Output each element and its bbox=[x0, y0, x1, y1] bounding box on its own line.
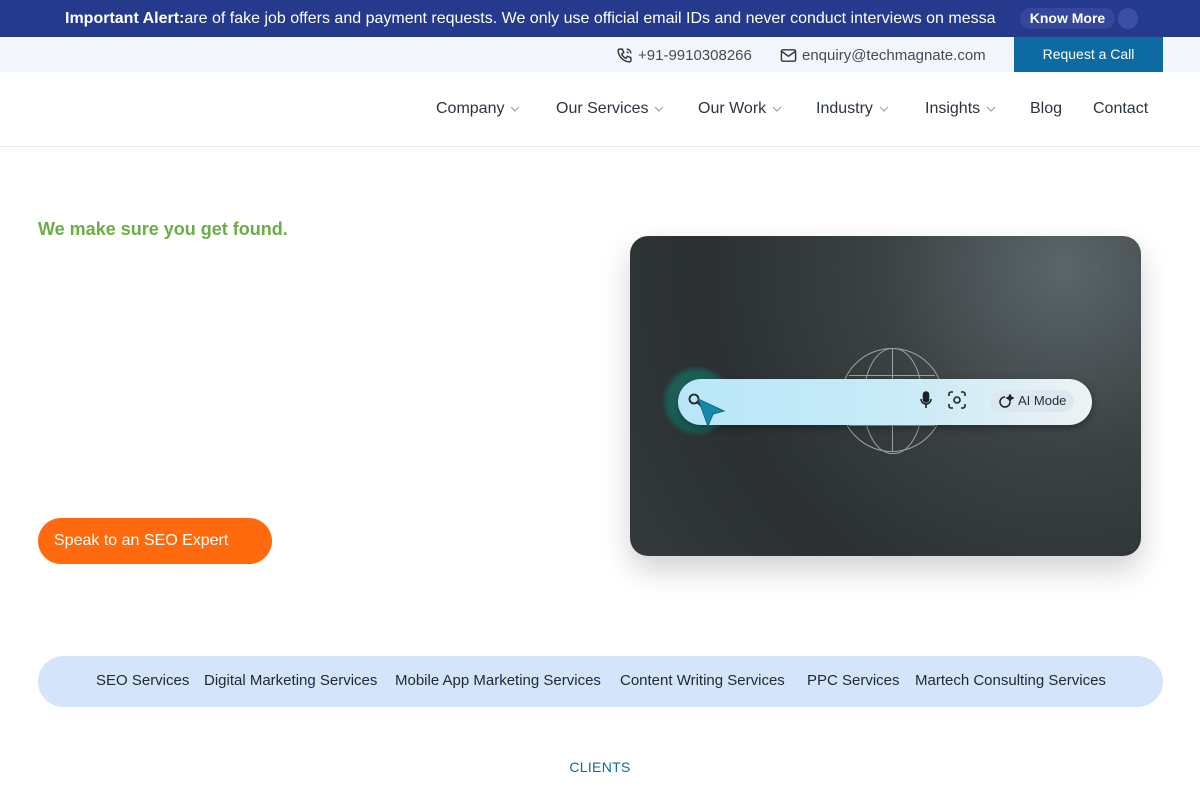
alert-bar: Important Alert:are of fake job offers a… bbox=[0, 0, 1200, 37]
nav-item-company[interactable]: Company bbox=[436, 99, 520, 119]
main-nav: Company Our Services Our Work Industry I… bbox=[0, 72, 1200, 147]
nav-item-insights[interactable]: Insights bbox=[925, 99, 996, 119]
email-address: enquiry@techmagnate.com bbox=[802, 46, 986, 64]
nav-item-label: Industry bbox=[816, 100, 873, 117]
speak-to-expert-button[interactable]: Speak to an SEO Expert bbox=[38, 518, 272, 564]
nav-item-blog[interactable]: Blog bbox=[1030, 99, 1062, 119]
email-link[interactable]: enquiry@techmagnate.com bbox=[780, 46, 986, 64]
nav-item-label: Insights bbox=[925, 100, 981, 117]
sparkle-icon bbox=[999, 394, 1014, 408]
cursor-icon bbox=[697, 398, 726, 428]
service-link-digital-marketing[interactable]: Digital Marketing Services bbox=[204, 672, 377, 689]
search-bar-mock: AI Mode bbox=[678, 379, 1092, 428]
nav-item-our-services[interactable]: Our Services bbox=[556, 99, 664, 119]
ai-mode-label: AI Mode bbox=[1018, 393, 1067, 408]
phone-link[interactable]: +91-9910308266 bbox=[616, 46, 752, 64]
know-more-button[interactable]: Know More bbox=[1020, 8, 1115, 29]
alert-text: Important Alert:are of fake job offers a… bbox=[65, 9, 1018, 29]
ai-mode-chip: AI Mode bbox=[990, 390, 1075, 412]
service-link-martech-consulting[interactable]: Martech Consulting Services bbox=[915, 672, 1106, 689]
hero-illustration: AI Mode bbox=[630, 236, 1141, 556]
phone-number: +91-9910308266 bbox=[638, 46, 752, 64]
clients-heading: CLIENTS bbox=[569, 759, 631, 775]
nav-item-label: Blog bbox=[1030, 100, 1063, 117]
nav-item-label: Contact bbox=[1093, 100, 1149, 117]
alert-close-button[interactable] bbox=[1118, 8, 1138, 29]
lens-icon bbox=[948, 391, 966, 409]
chevron-down-icon bbox=[772, 106, 782, 112]
request-call-button[interactable]: Request a Call bbox=[1014, 37, 1163, 72]
chevron-down-icon bbox=[879, 106, 889, 112]
alert-message: are of fake job offers and payment reque… bbox=[184, 10, 996, 27]
alert-prefix: Important Alert: bbox=[65, 10, 185, 27]
service-link-content-writing[interactable]: Content Writing Services bbox=[620, 672, 785, 689]
phone-icon bbox=[617, 47, 632, 63]
nav-item-industry[interactable]: Industry bbox=[816, 99, 889, 119]
service-link-mobile-app-marketing[interactable]: Mobile App Marketing Services bbox=[395, 672, 601, 689]
services-strip: SEO Services Digital Marketing Services … bbox=[38, 656, 1163, 707]
nav-item-contact[interactable]: Contact bbox=[1093, 99, 1148, 119]
mail-icon bbox=[780, 48, 797, 62]
chevron-down-icon bbox=[655, 106, 664, 112]
service-link-seo[interactable]: SEO Services bbox=[96, 672, 189, 689]
nav-item-label: Company bbox=[436, 100, 505, 117]
chevron-down-icon bbox=[986, 106, 996, 112]
nav-item-our-work[interactable]: Our Work bbox=[698, 99, 782, 119]
hero-tagline: We make sure you get found. bbox=[38, 219, 288, 239]
nav-item-label: Our Services bbox=[556, 100, 649, 117]
nav-item-label: Our Work bbox=[698, 100, 767, 117]
service-link-ppc[interactable]: PPC Services bbox=[807, 672, 900, 689]
mic-icon bbox=[920, 391, 932, 408]
globe-latitude bbox=[849, 425, 935, 426]
globe-latitude bbox=[849, 375, 935, 376]
chevron-down-icon bbox=[511, 106, 520, 112]
